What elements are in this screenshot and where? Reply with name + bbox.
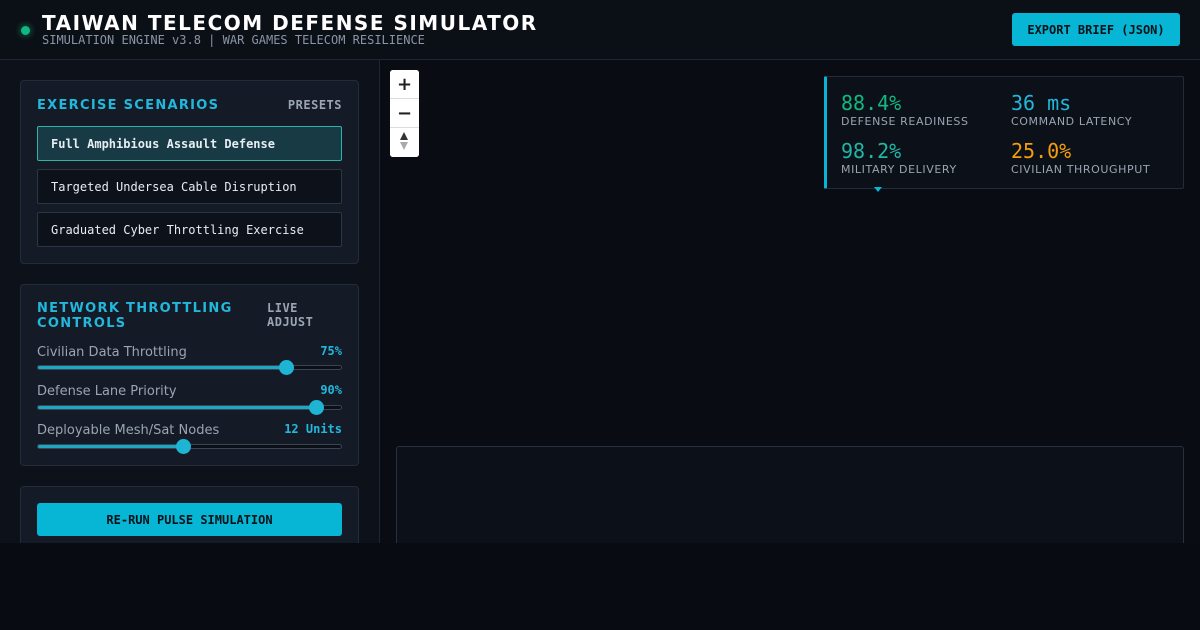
metrics-popup: 88.4% DEFENSE READINESS 36 ms COMMAND LA…	[824, 76, 1184, 189]
top-bar: TAIWAN TELECOM DEFENSE SIMULATOR SIMULAT…	[0, 0, 1200, 60]
mesh-sat-nodes-slider[interactable]	[37, 439, 342, 454]
map-view[interactable]: + − 88.4% DEFENSE READINESS 36 ms COMMAN…	[380, 60, 1200, 566]
slider-thumb[interactable]	[279, 360, 295, 375]
civilian-throttling-value: 75%	[320, 344, 342, 358]
military-delivery-value: 98.2%	[841, 139, 902, 163]
zoom-in-icon[interactable]: +	[390, 70, 419, 99]
scenarios-title: EXERCISE SCENARIOS	[37, 98, 220, 113]
compass-icon[interactable]	[390, 128, 419, 157]
defense-readiness-label: DEFENSE READINESS	[841, 115, 969, 128]
compass-north-icon	[400, 132, 408, 140]
throttling-title-line1: NETWORK THROTTLING	[37, 301, 233, 316]
defense-lane-priority-value: 90%	[320, 383, 342, 397]
defense-lane-priority-label: Defense Lane Priority	[37, 384, 177, 399]
throttling-title-line2: CONTROLS	[37, 316, 127, 331]
slider-fill	[38, 445, 184, 448]
export-brief-button[interactable]: EXPORT BRIEF (JSON)	[1012, 13, 1180, 46]
popup-pointer-icon	[874, 187, 882, 192]
live-adjust-tag-line1: LIVE	[267, 301, 298, 315]
military-delivery-label: MILITARY DELIVERY	[841, 163, 957, 176]
civilian-throughput-label: CIVILIAN THROUGHPUT	[1011, 163, 1151, 176]
status-indicator-icon	[21, 26, 30, 35]
mesh-sat-nodes-label: Deployable Mesh/Sat Nodes	[37, 423, 220, 438]
network-throttling-card: NETWORK THROTTLING CONTROLS LIVE ADJUST …	[20, 284, 359, 466]
throttling-title: NETWORK THROTTLING CONTROLS	[37, 301, 233, 331]
exercise-scenarios-card: EXERCISE SCENARIOS PRESETS Full Amphibio…	[20, 80, 359, 264]
command-latency-value: 36 ms	[1011, 91, 1072, 115]
defense-lane-priority-slider[interactable]	[37, 400, 342, 415]
civilian-throttling-label: Civilian Data Throttling	[37, 345, 187, 360]
live-adjust-tag: LIVE ADJUST	[267, 301, 313, 329]
mesh-sat-nodes-value: 12 Units	[284, 422, 342, 436]
slider-fill	[38, 366, 287, 369]
slider-thumb[interactable]	[176, 439, 192, 454]
app-subtitle: SIMULATION ENGINE v3.8 | WAR GAMES TELEC…	[42, 33, 425, 47]
command-latency-label: COMMAND LATENCY	[1011, 115, 1133, 128]
rerun-pulse-simulation-button[interactable]: RE-RUN PULSE SIMULATION	[37, 503, 342, 536]
page-footer	[0, 543, 1200, 630]
app-title: TAIWAN TELECOM DEFENSE SIMULATOR	[42, 11, 538, 35]
slider-fill	[38, 406, 317, 409]
civilian-throttling-slider[interactable]	[37, 360, 342, 375]
defense-readiness-value: 88.4%	[841, 91, 902, 115]
slider-thumb[interactable]	[309, 400, 325, 415]
map-zoom-controls: + −	[390, 70, 419, 157]
presets-tag: PRESETS	[287, 98, 342, 112]
control-sidebar: EXERCISE SCENARIOS PRESETS Full Amphibio…	[0, 60, 380, 556]
scenario-full-amphibious-assault[interactable]: Full Amphibious Assault Defense	[37, 126, 342, 161]
compass-south-icon	[400, 142, 408, 150]
scenario-undersea-cable-disruption[interactable]: Targeted Undersea Cable Disruption	[37, 169, 342, 204]
live-adjust-tag-line2: ADJUST	[267, 315, 314, 329]
scenario-cyber-throttling-exercise[interactable]: Graduated Cyber Throttling Exercise	[37, 212, 342, 247]
civilian-throughput-value: 25.0%	[1011, 139, 1072, 163]
zoom-out-icon[interactable]: −	[390, 99, 419, 128]
